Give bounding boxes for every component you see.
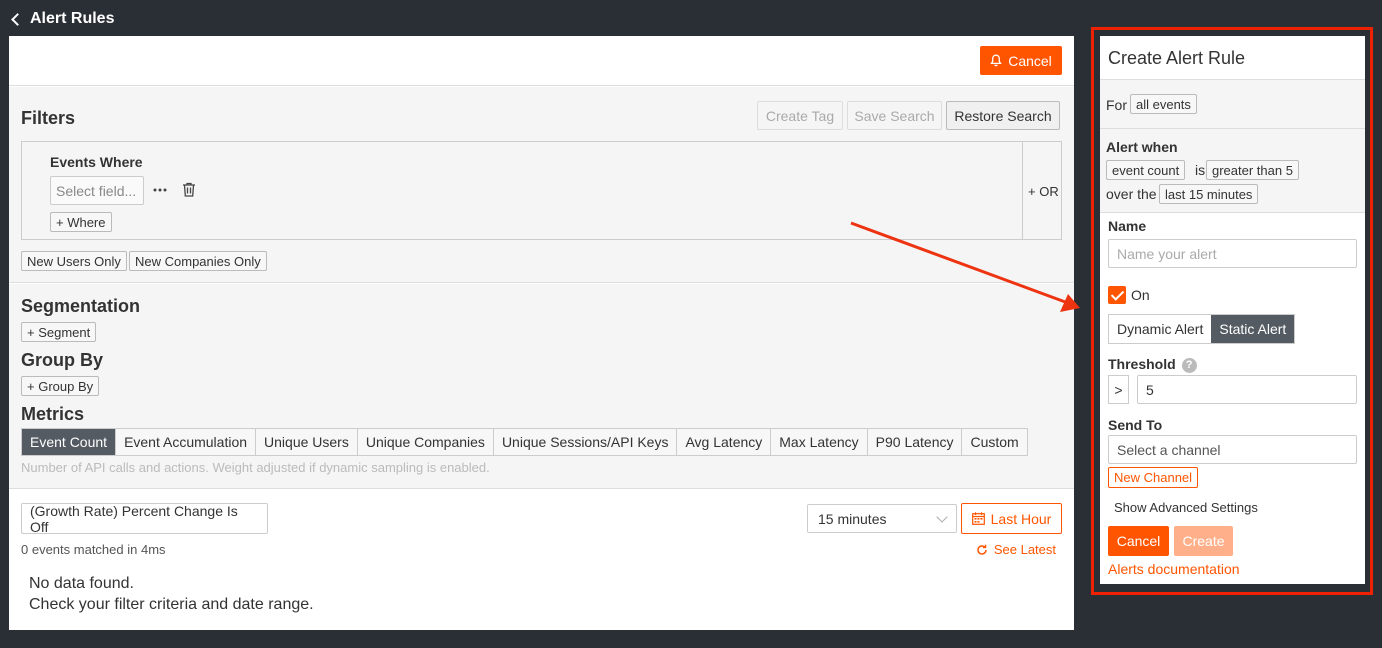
bell-icon [990,54,1002,67]
panel-title: Create Alert Rule [1108,48,1246,68]
no-data-message: No data found. Check your filter criteri… [29,573,314,615]
chevron-left-icon [11,12,24,26]
cancel-button[interactable]: Cancel [980,46,1062,75]
annotation-arrow [850,221,1080,312]
add-group-by-button[interactable]: + Group By [21,376,100,396]
filters-title: Filters [21,108,76,128]
on-checkbox[interactable] [1108,286,1126,304]
main-header: Cancel [9,36,1074,86]
threshold-input[interactable]: 5 [1137,375,1357,404]
metric-tab-event-count[interactable]: Event Count [22,429,117,455]
metric-tab-p90-latency[interactable]: P90 Latency [867,429,963,455]
over-the-label: over the [1106,186,1157,202]
trash-icon[interactable] [182,182,196,197]
metric-select[interactable]: event count [1106,160,1186,180]
metric-tab-avg-latency[interactable]: Avg Latency [677,429,772,455]
select-field-input[interactable]: Select field... [50,176,144,205]
period-select[interactable]: last 15 minutes [1159,184,1259,204]
back-label: Alert Rules [30,10,115,27]
name-input[interactable]: Name your alert [1108,239,1357,268]
static-alert-button[interactable]: Static Alert [1211,315,1295,343]
for-section: For all events [1100,79,1365,129]
channel-select[interactable]: Select a channel [1108,435,1357,464]
results-section: (Growth Rate) Percent Change Is Off 15 m… [9,489,1074,630]
metric-tab-unique-sessions[interactable]: Unique Sessions/API Keys [493,429,678,455]
metric-tab-unique-users[interactable]: Unique Users [256,429,358,455]
metrics-tabs: Event Count Event Accumulation Unique Us… [21,428,1028,456]
metric-tab-custom[interactable]: Custom [962,429,1027,455]
restore-search-button[interactable]: Restore Search [946,101,1060,130]
add-where-button[interactable]: + Where [50,212,112,232]
panel-cancel-button[interactable]: Cancel [1108,526,1169,556]
metric-tab-unique-companies[interactable]: Unique Companies [357,429,494,455]
main-panel: Cancel Filters Create Tag Save Search Re… [9,36,1074,630]
chevron-down-icon [936,511,948,523]
events-where-label: Events Where [50,154,143,170]
alert-when-label: Alert when [1106,139,1178,155]
threshold-operator[interactable]: > [1108,375,1129,404]
growth-rate-toggle[interactable]: (Growth Rate) Percent Change Is Off [21,503,268,535]
condition-select[interactable]: greater than 5 [1206,160,1299,180]
for-events-select[interactable]: all events [1130,94,1197,114]
save-search-button[interactable]: Save Search [847,101,942,130]
see-latest-link[interactable]: See Latest [976,542,1056,557]
new-channel-button[interactable]: New Channel [1108,467,1199,488]
metrics-title: Metrics [21,404,85,424]
new-companies-only-button[interactable]: New Companies Only [129,251,267,271]
interval-value: 15 minutes [818,510,887,527]
no-data-line-1: No data found. [29,575,134,592]
no-data-line-2: Check your filter criteria and date rang… [29,596,314,613]
dynamic-alert-button[interactable]: Dynamic Alert [1109,315,1212,343]
new-users-only-button[interactable]: New Users Only [21,251,127,271]
add-segment-button[interactable]: + Segment [21,322,97,342]
back-link[interactable]: Alert Rules [10,8,114,30]
create-alert-rule-panel: Create Alert Rule For all events Alert w… [1100,36,1365,584]
send-to-label: Send To [1108,417,1163,433]
alerts-documentation-link[interactable]: Alerts documentation [1108,561,1240,577]
is-label: is [1195,162,1206,178]
help-icon[interactable]: ? [1181,357,1197,373]
advanced-settings-link[interactable]: Show Advanced Settings [1114,500,1258,515]
metric-tab-event-accumulation[interactable]: Event Accumulation [116,429,257,455]
on-label: On [1131,287,1150,303]
add-or-button[interactable]: + OR [1028,184,1059,199]
date-range-button[interactable]: Last Hour [961,503,1062,534]
group-by-title: Group By [21,350,104,370]
more-icon[interactable] [153,188,167,192]
for-label: For [1106,97,1127,113]
alert-type-toggle: Dynamic Alert Static Alert [1108,314,1296,344]
events-matched-text: 0 events matched in 4ms [21,542,166,557]
metric-hint: Number of API calls and actions. Weight … [21,460,490,475]
refresh-icon [977,544,987,555]
alert-when-section: Alert when event count is greater than 5… [1100,128,1365,213]
name-label: Name [1108,218,1147,234]
create-button[interactable]: Create [1174,526,1233,556]
create-tag-button[interactable]: Create Tag [757,101,843,130]
interval-select[interactable]: 15 minutes [807,504,957,533]
segmentation-title: Segmentation [21,296,141,316]
metric-tab-max-latency[interactable]: Max Latency [771,429,868,455]
calendar-icon [971,512,985,525]
threshold-label: Threshold? [1108,356,1197,373]
